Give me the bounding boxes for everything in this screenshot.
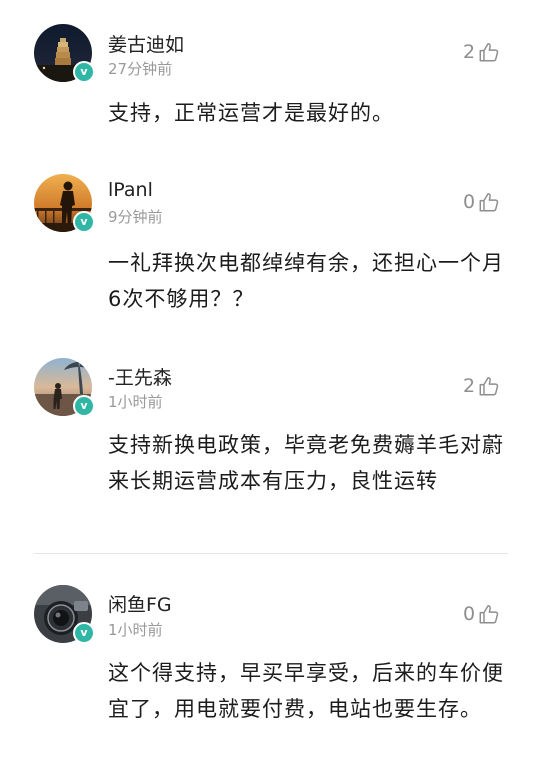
username[interactable]: 闲鱼FG [108, 590, 172, 617]
comment-text: 这个得支持，早买早享受，后来的车价便宜了，用电就要付费，电站也要生存。 [108, 661, 504, 721]
avatar[interactable]: v [34, 358, 95, 417]
thumbs-up-icon [479, 377, 499, 396]
like-button[interactable]: 0 [463, 189, 500, 215]
timestamp: 27分钟前 [108, 60, 173, 78]
comment-text: 支持新换电政策，毕竟老免费薅羊毛对蔚来长期运营成本有压力，良性运转 [108, 433, 504, 493]
verified-badge-icon: v [73, 395, 95, 417]
username[interactable]: -王先森 [108, 363, 172, 390]
like-count: 2 [463, 375, 476, 397]
like-button[interactable]: 0 [463, 601, 500, 627]
thumbs-up-icon [479, 43, 499, 62]
divider [34, 553, 508, 554]
avatar[interactable]: v [34, 24, 95, 83]
comment-text: 一礼拜换次电都绰绰有余，还担心一个月6次不够用？？ [108, 251, 504, 311]
like-button[interactable]: 2 [463, 39, 500, 65]
thumbs-up-icon [479, 193, 499, 212]
verified-badge-icon: v [73, 622, 95, 644]
username[interactable]: 姜古迪如 [108, 30, 184, 57]
timestamp: 9分钟前 [108, 208, 163, 226]
avatar[interactable]: v [34, 174, 95, 233]
like-count: 0 [463, 191, 476, 213]
like-button[interactable]: 2 [463, 373, 500, 399]
thumbs-up-icon [479, 605, 499, 624]
like-count: 2 [463, 41, 476, 63]
comment-text: 支持，正常运营才是最好的。 [108, 101, 394, 125]
like-count: 0 [463, 603, 476, 625]
verified-badge-icon: v [73, 211, 95, 233]
verified-badge-icon: v [73, 61, 95, 83]
avatar[interactable]: v [34, 585, 95, 644]
timestamp: 1小时前 [108, 621, 163, 639]
timestamp: 1小时前 [108, 393, 163, 411]
username[interactable]: lPanl [108, 179, 153, 201]
